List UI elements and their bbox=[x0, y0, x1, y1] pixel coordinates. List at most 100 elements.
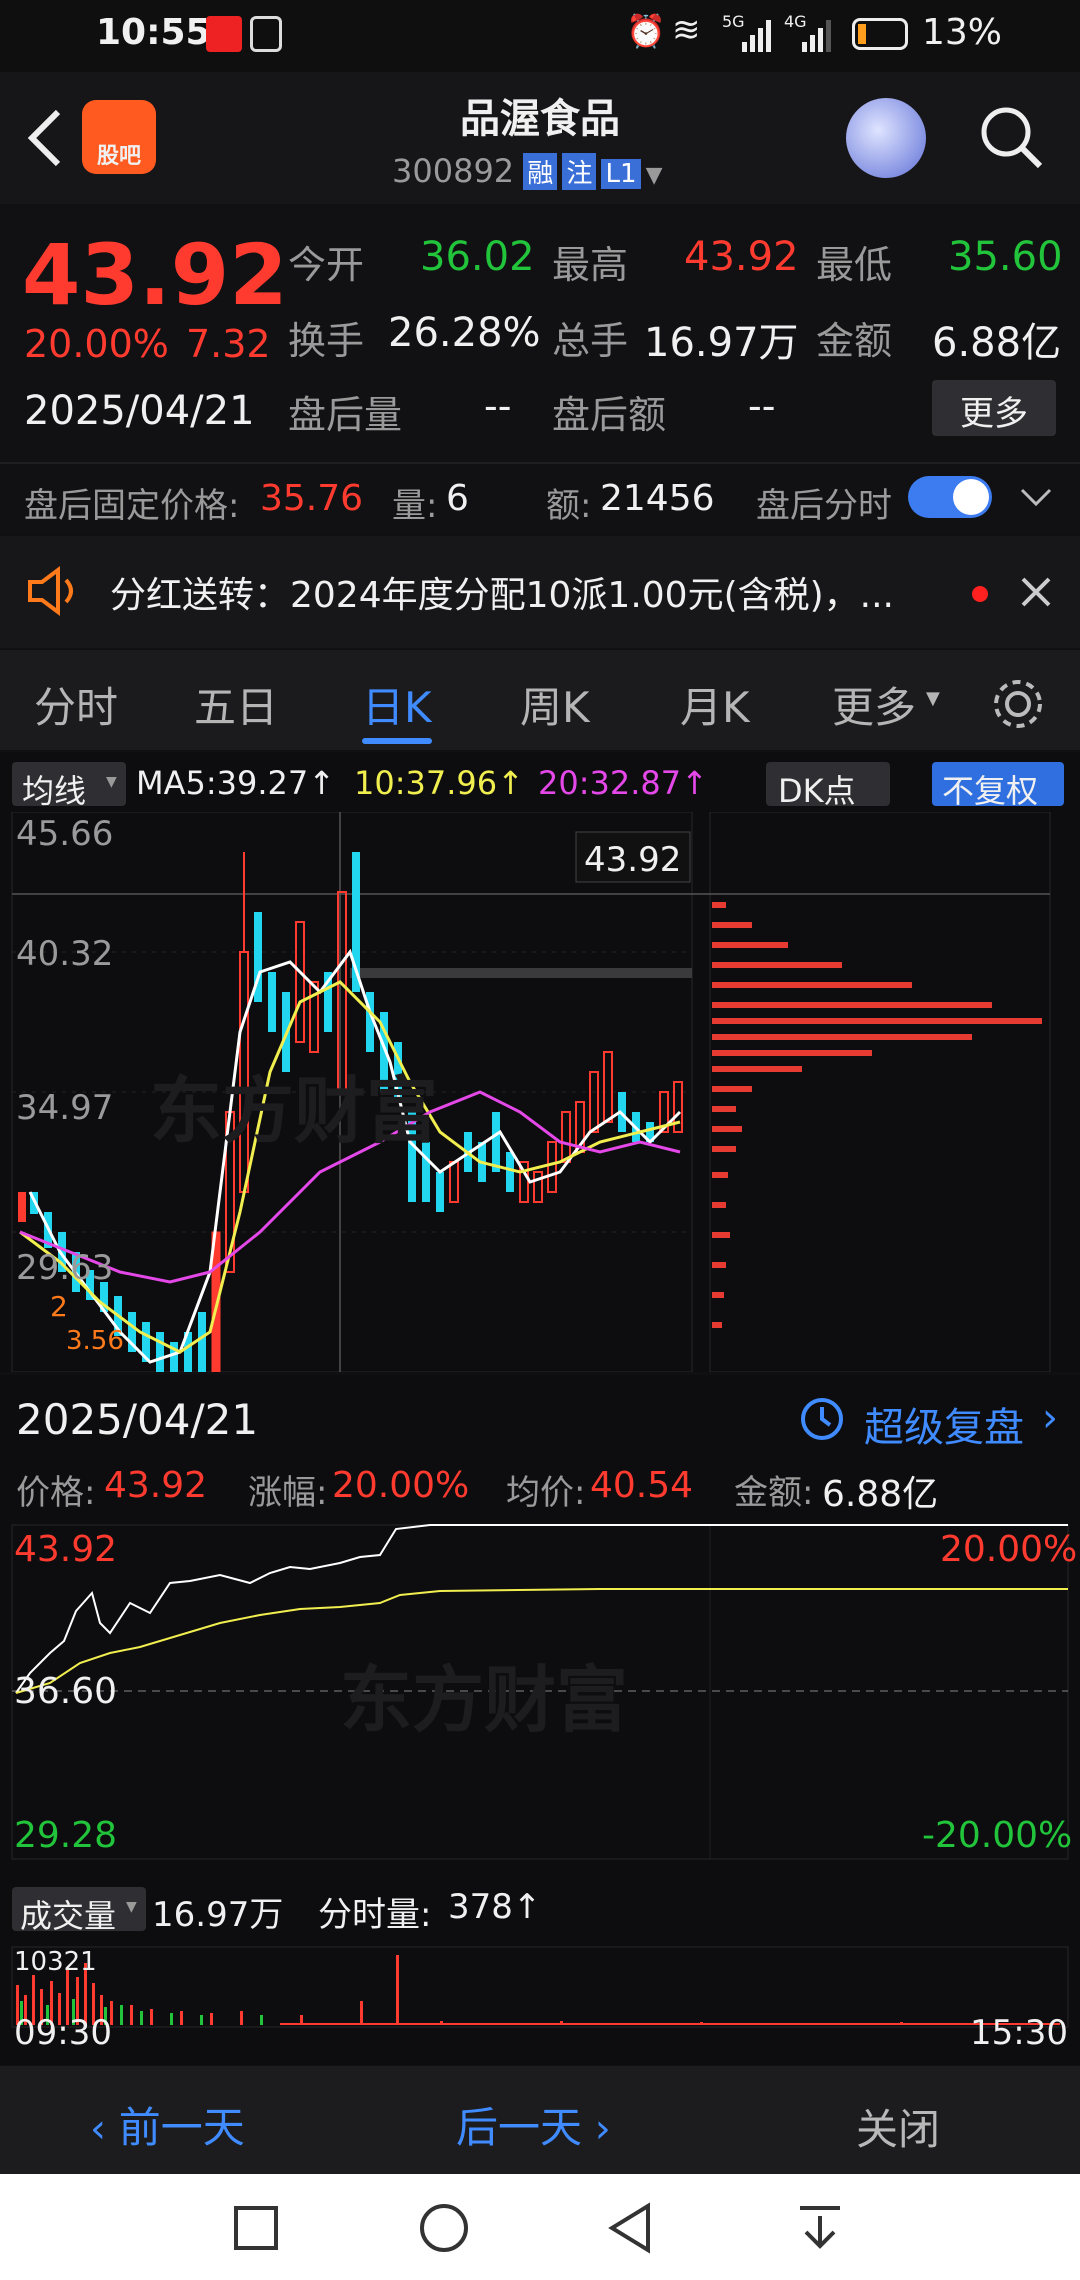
time-end-label: 15:30 bbox=[970, 2013, 1068, 2053]
intraday-avg: 40.54 bbox=[590, 1465, 694, 1506]
volume-label: 总手 bbox=[552, 319, 629, 363]
intraday-watermark: 东方财富 bbox=[340, 1658, 629, 1742]
volume-value: 16.97万 bbox=[644, 320, 799, 366]
volume-max-label: 10321 bbox=[14, 1947, 97, 1977]
next-day-button[interactable]: 后一天 › bbox=[456, 2094, 611, 2152]
open-value: 36.02 bbox=[420, 234, 535, 280]
y-tick-1: 45.66 bbox=[16, 814, 114, 854]
close-icon[interactable] bbox=[1020, 576, 1052, 608]
tab-weekly-k[interactable]: 周K bbox=[520, 674, 590, 735]
turnover-value: 26.28% bbox=[388, 310, 541, 356]
kline-chart-panel: 均线 ▼ MA5:39.27↑ 10:37.96↑ 20:32.87↑ DK点 … bbox=[0, 752, 1080, 1372]
after-volume-value: -- bbox=[484, 384, 512, 428]
marker-label-1: 2 bbox=[50, 1290, 68, 1323]
fixed-qty-value: 6 bbox=[446, 478, 469, 519]
low-label: 最低 bbox=[816, 243, 893, 287]
chevron-right-icon-2: › bbox=[582, 2106, 611, 2152]
chevron-down-icon[interactable] bbox=[1020, 488, 1052, 508]
replay-history-icon[interactable] bbox=[798, 1395, 846, 1443]
price-tag: 43.92 bbox=[584, 840, 682, 880]
time-start-label: 09:30 bbox=[14, 2013, 112, 2053]
divider bbox=[0, 462, 1080, 464]
prev-day-button[interactable]: ‹ 前一天 bbox=[90, 2094, 245, 2152]
adjust-button[interactable]: 不复权 bbox=[932, 762, 1064, 810]
intraday-price: 43.92 bbox=[104, 1465, 208, 1506]
pct-low-label: -20.00% bbox=[922, 1815, 1073, 1856]
total-volume: 16.97万 bbox=[152, 1895, 284, 1935]
system-nav-bar bbox=[0, 2174, 1080, 2280]
super-replay-button[interactable]: 超级复盘 bbox=[864, 1395, 1024, 1453]
after-timeshare-toggle[interactable] bbox=[908, 476, 992, 518]
high-label: 最高 bbox=[552, 243, 629, 287]
battery-percent: 13% bbox=[922, 12, 1003, 53]
intraday-amt: 6.88亿 bbox=[822, 1474, 939, 1515]
tab-monthly-k[interactable]: 月K bbox=[680, 674, 750, 735]
fixed-price-label: 盘后固定价格: bbox=[24, 486, 240, 526]
watermark: 东方财富 bbox=[150, 1069, 439, 1153]
fixed-amount-label: 额: bbox=[546, 486, 592, 526]
more-button[interactable]: 更多 bbox=[932, 380, 1056, 436]
notification-pull-icon[interactable] bbox=[796, 2202, 844, 2254]
adjust-button-label: 不复权 bbox=[942, 772, 1039, 810]
tab-five-day[interactable]: 五日 bbox=[194, 674, 278, 735]
quote-panel: 43.92 20.00% 7.32 2025/04/21 今开 36.02 最高… bbox=[0, 204, 1080, 534]
unread-dot bbox=[972, 586, 988, 602]
period-tabs: 分时 五日 日K 周K 月K 更多 ▼ bbox=[0, 650, 1080, 750]
caret-down-icon-2: ▼ bbox=[126, 1899, 137, 1915]
home-circle-icon[interactable] bbox=[418, 2202, 470, 2254]
signal-icon bbox=[742, 20, 771, 52]
volume-selector-label: 成交量 bbox=[20, 1897, 117, 1935]
notice-text: 分红送转：2024年度分配10派1.00元(含税)，... bbox=[110, 575, 895, 616]
tab-daily-k[interactable]: 日K bbox=[362, 674, 432, 735]
nfc-icon bbox=[250, 16, 282, 52]
search-icon[interactable] bbox=[976, 102, 1046, 172]
dk-point-label: DK点 bbox=[778, 772, 856, 810]
volume-selector[interactable]: 成交量 ▼ bbox=[12, 1887, 146, 1935]
y-tick-4: 29.63 bbox=[16, 1248, 114, 1288]
intraday-date: 2025/04/21 bbox=[16, 1395, 259, 1444]
speaker-icon bbox=[28, 566, 73, 616]
after-amount-label: 盘后额 bbox=[552, 393, 667, 437]
ma10-value: 10:37.96↑ bbox=[354, 764, 524, 802]
more-button-label: 更多 bbox=[960, 394, 1028, 434]
volume-bars-chart bbox=[11, 1946, 1069, 2028]
y-mid-label: 36.60 bbox=[14, 1671, 118, 1712]
dropdown-arrow-icon[interactable]: ▼ bbox=[646, 163, 663, 188]
settings-gear-icon[interactable] bbox=[990, 676, 1046, 732]
prev-day-label: 前一天 bbox=[118, 2103, 245, 2152]
indicator-selector[interactable]: 均线 ▼ bbox=[12, 762, 126, 810]
assistant-avatar[interactable] bbox=[846, 98, 926, 178]
dividend-notice[interactable]: 分红送转：2024年度分配10派1.00元(含税)，... bbox=[0, 536, 1080, 648]
pct-high-label: 20.00% bbox=[940, 1529, 1078, 1570]
indicator-selector-label: 均线 bbox=[22, 772, 87, 810]
recents-square-icon[interactable] bbox=[232, 2204, 280, 2252]
tab-timeshare[interactable]: 分时 bbox=[34, 674, 118, 735]
signal-icon-2 bbox=[802, 20, 831, 52]
status-time: 10:55 bbox=[96, 12, 211, 53]
tick-volume-label: 分时量: bbox=[318, 1895, 432, 1935]
resistance-band bbox=[350, 968, 692, 978]
change-amount: 7.32 bbox=[186, 322, 271, 366]
tab-more-caret-icon: ▼ bbox=[926, 688, 940, 709]
back-triangle-icon[interactable] bbox=[606, 2202, 654, 2254]
turnover-label: 换手 bbox=[288, 319, 365, 363]
intraday-amt-label: 金额: bbox=[734, 1473, 814, 1513]
next-day-label: 后一天 bbox=[456, 2103, 583, 2152]
open-label: 今开 bbox=[288, 243, 365, 287]
wifi-icon: ≋ bbox=[672, 10, 701, 50]
chevron-right-icon[interactable]: › bbox=[1042, 1395, 1058, 1441]
y-low-label: 29.28 bbox=[14, 1815, 118, 1856]
tab-more[interactable]: 更多 bbox=[832, 674, 916, 735]
stock-header: 股吧 品渥食品 300892 融 注 L1 ▼ bbox=[0, 72, 1080, 204]
quote-date: 2025/04/21 bbox=[24, 388, 255, 434]
dk-point-button[interactable]: DK点 bbox=[766, 762, 890, 810]
caret-down-icon: ▼ bbox=[106, 774, 117, 790]
intraday-chg-label: 涨幅: bbox=[248, 1473, 328, 1513]
toggle-knob bbox=[953, 479, 989, 515]
stock-code-row: 300892 融 注 L1 ▼ bbox=[392, 152, 663, 192]
day-navigation-bar: ‹ 前一天 后一天 › 关闭 bbox=[0, 2066, 1080, 2174]
close-button[interactable]: 关闭 bbox=[856, 2096, 940, 2157]
battery-icon bbox=[852, 18, 908, 50]
change-percent: 20.00% bbox=[24, 322, 169, 366]
marker-label-2: 3.56 bbox=[66, 1326, 124, 1356]
